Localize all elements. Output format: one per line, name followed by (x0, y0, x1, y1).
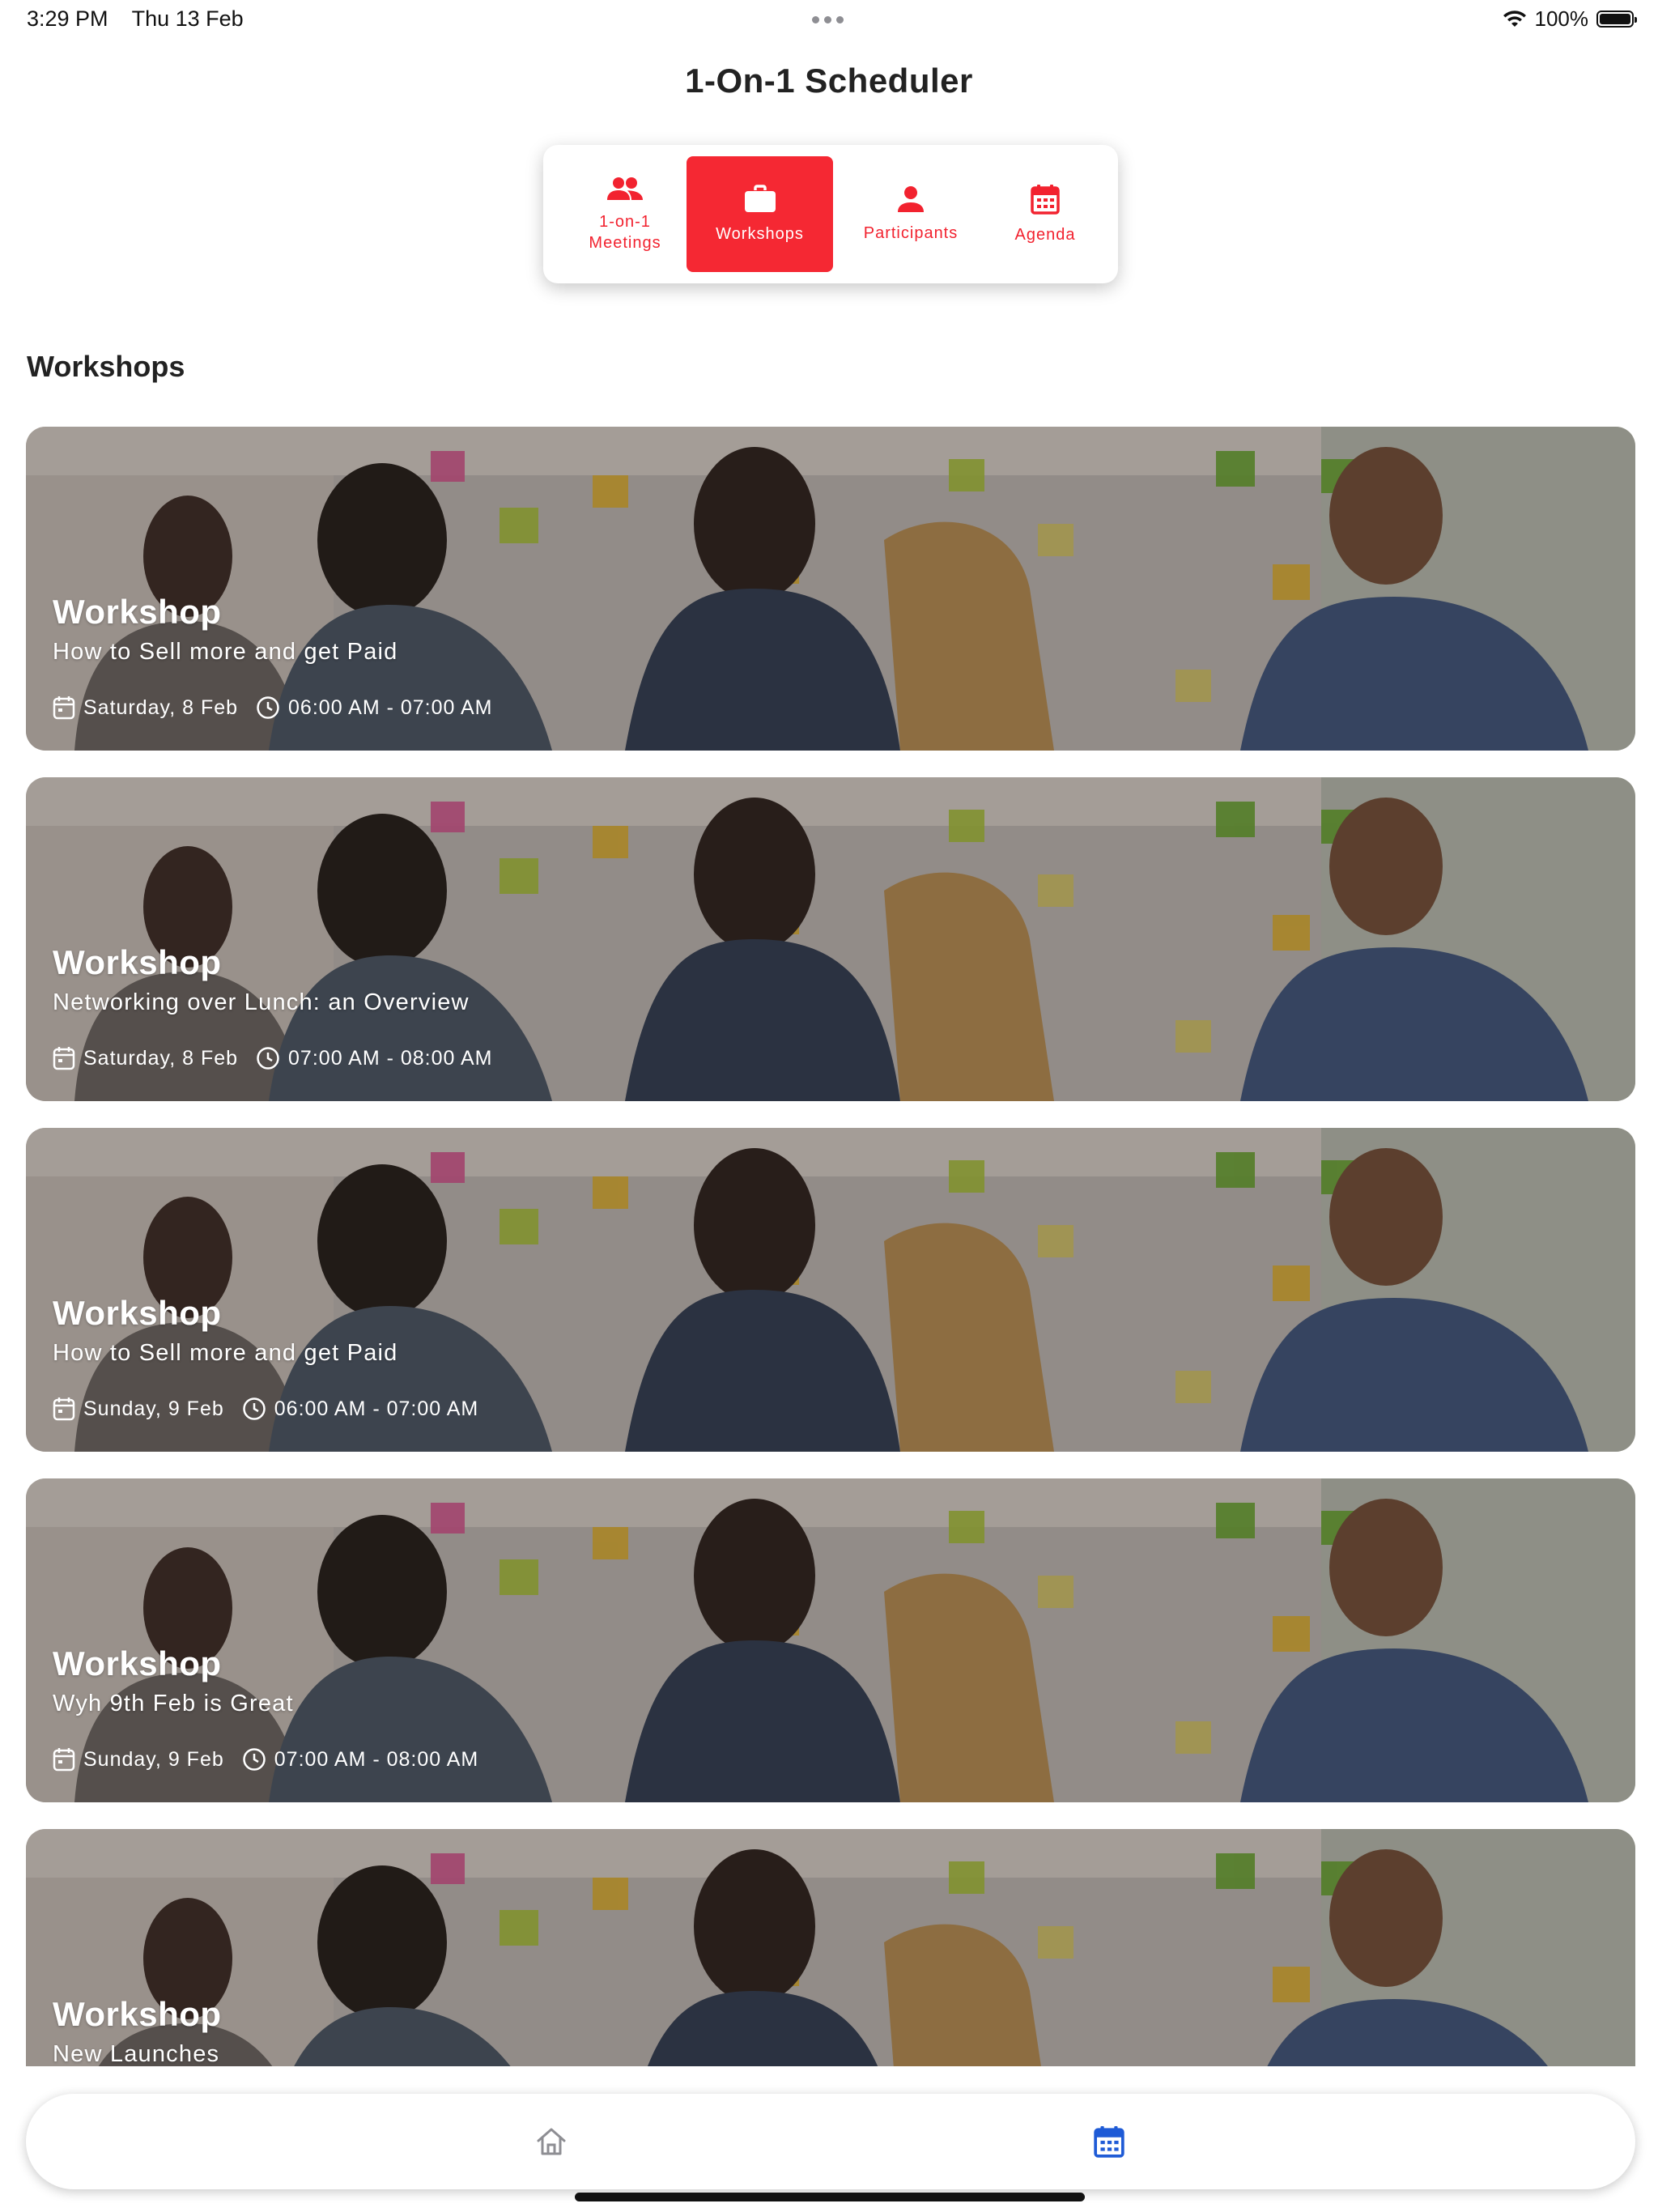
calendar-icon (1094, 2126, 1124, 2158)
calendar-icon (53, 1047, 75, 1070)
workshop-card[interactable]: Workshop Networking over Lunch: an Overv… (26, 777, 1635, 1101)
briefcase-icon (744, 184, 776, 212)
status-time-date: 3:29 PM Thu 13 Feb (27, 6, 261, 32)
section-heading: Workshops (27, 350, 185, 383)
workshop-date: Sunday, 9 Feb (83, 1397, 224, 1420)
workshop-time: 06:00 AM - 07:00 AM (274, 1397, 479, 1420)
workshop-list: Workshop How to Sell more and get Paid S… (26, 427, 1635, 2066)
status-time: 3:29 PM (27, 6, 108, 31)
segment-agenda[interactable]: Agenda (976, 156, 1115, 272)
workshop-title: Workshop (53, 1294, 222, 1332)
person-icon (898, 185, 924, 212)
battery-icon (1596, 11, 1637, 28)
workshop-time: 06:00 AM - 07:00 AM (288, 696, 493, 719)
workshop-time: 07:00 AM - 08:00 AM (274, 1747, 479, 1771)
workshop-meta: Sunday, 9 Feb 06:00 AM - 07:00 AM (53, 1397, 496, 1421)
segment-meetings[interactable]: 1-on-1 Meetings (555, 156, 695, 272)
calendar-icon (53, 1397, 75, 1421)
multitasking-dots-icon[interactable] (812, 16, 844, 23)
status-indicators: 100% (1503, 6, 1637, 32)
workshop-meta: Sunday, 9 Feb 07:00 AM - 08:00 AM (53, 1747, 496, 1772)
battery-percent: 100% (1534, 6, 1589, 31)
workshop-subtitle: New Launches (53, 2041, 220, 2066)
workshop-card[interactable]: Workshop How to Sell more and get Paid S… (26, 427, 1635, 751)
tab-home[interactable] (531, 2121, 572, 2162)
workshop-date: Sunday, 9 Feb (83, 1747, 224, 1771)
workshop-date: Saturday, 8 Feb (83, 1046, 239, 1070)
segment-participants-label: Participants (863, 223, 959, 242)
workshop-title: Workshop (53, 593, 222, 631)
workshop-title: Workshop (53, 1644, 222, 1682)
clock-icon (257, 696, 279, 719)
segment-workshops[interactable]: Workshops (687, 156, 833, 272)
workshop-card[interactable]: Workshop Wyh 9th Feb is Great Sunday, 9 … (26, 1478, 1635, 1802)
section-segment-control: 1-on-1 Meetings Workshops Participants A… (543, 145, 1118, 283)
workshop-time: 07:00 AM - 08:00 AM (288, 1046, 493, 1070)
calendar-icon (53, 1748, 75, 1772)
segment-workshops-label: Workshops (716, 224, 804, 243)
workshop-date: Saturday, 8 Feb (83, 696, 239, 719)
workshop-meta: Saturday, 8 Feb 07:00 AM - 08:00 AM (53, 1046, 511, 1070)
clock-icon (243, 1748, 266, 1771)
calendar-icon (1031, 184, 1060, 215)
segment-meetings-label: 1-on-1 Meetings (589, 212, 661, 252)
segment-agenda-label: Agenda (1014, 225, 1076, 244)
segment-participants[interactable]: Participants (841, 156, 980, 272)
workshop-card[interactable]: Workshop New Launches (26, 1829, 1635, 2066)
workshop-subtitle: Wyh 9th Feb is Great (53, 1691, 294, 1716)
home-icon (537, 2128, 566, 2155)
workshop-subtitle: Networking over Lunch: an Overview (53, 989, 470, 1015)
workshop-subtitle: How to Sell more and get Paid (53, 1340, 398, 1366)
workshop-card[interactable]: Workshop How to Sell more and get Paid S… (26, 1128, 1635, 1452)
people-icon (607, 177, 643, 200)
workshop-meta: Saturday, 8 Feb 06:00 AM - 07:00 AM (53, 696, 511, 720)
status-bar: 3:29 PM Thu 13 Feb 100% (0, 0, 1658, 39)
tab-calendar[interactable] (1089, 2121, 1129, 2162)
workshop-title: Workshop (53, 943, 222, 981)
bottom-tab-bar (26, 2094, 1635, 2189)
status-date: Thu 13 Feb (131, 6, 244, 31)
wifi-icon (1503, 10, 1526, 27)
workshop-subtitle: How to Sell more and get Paid (53, 639, 398, 665)
calendar-icon (53, 696, 75, 720)
workshop-title: Workshop (53, 1995, 222, 2033)
clock-icon (243, 1397, 266, 1420)
home-indicator[interactable] (575, 2193, 1085, 2201)
page-title: 1-On-1 Scheduler (685, 62, 973, 100)
clock-icon (257, 1047, 279, 1070)
